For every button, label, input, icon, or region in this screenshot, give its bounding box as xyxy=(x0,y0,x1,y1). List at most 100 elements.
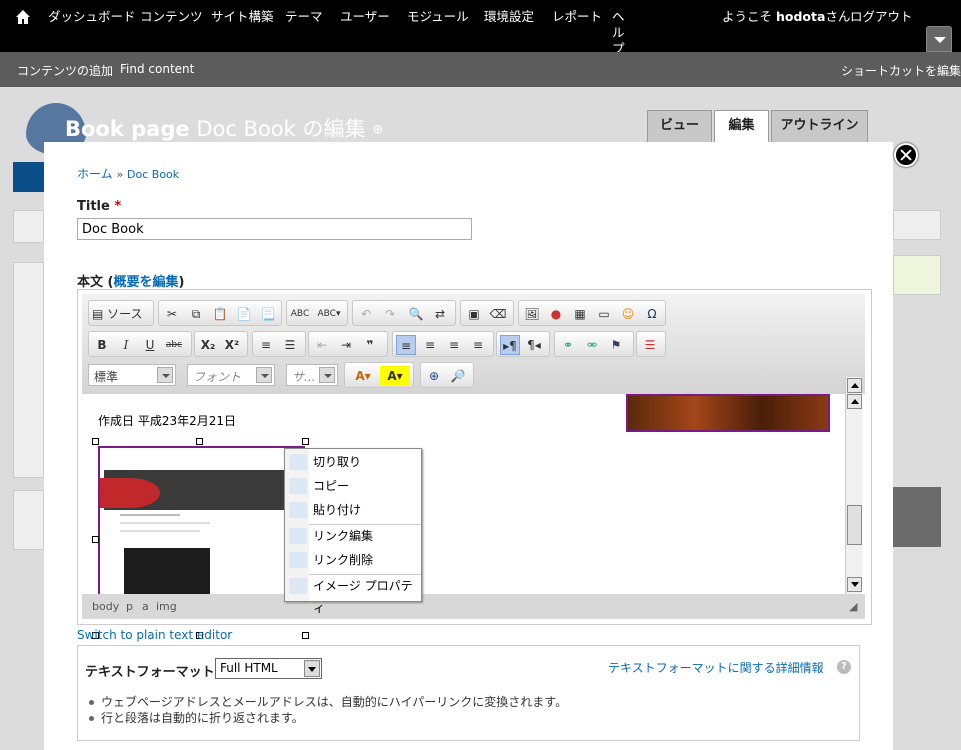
size-combo[interactable]: サ... xyxy=(286,364,338,386)
path-body[interactable]: body xyxy=(92,600,119,613)
title-input[interactable] xyxy=(77,218,472,240)
bg-color-icon[interactable]: A▾ xyxy=(380,366,410,386)
paste-text-icon[interactable]: 📄 xyxy=(234,304,254,324)
outdent-icon[interactable]: ⇤ xyxy=(312,335,332,355)
undo-icon[interactable]: ↶ xyxy=(356,304,376,324)
context-cut[interactable]: 切り取り xyxy=(285,451,421,473)
path-p[interactable]: p xyxy=(126,600,133,613)
path-a[interactable]: a xyxy=(142,600,149,613)
anchor-flag-icon[interactable]: ⚑ xyxy=(606,335,626,355)
text-format-select[interactable]: Full HTML xyxy=(215,658,322,679)
menu-appearance[interactable]: テーマ xyxy=(285,9,323,25)
scroll-down-button[interactable] xyxy=(847,577,862,592)
menu-reports[interactable]: レポート xyxy=(552,9,602,25)
subscript-icon[interactable]: X₂ xyxy=(198,335,218,355)
scroll-thumb[interactable] xyxy=(847,505,862,545)
align-center-icon[interactable]: ≡ xyxy=(420,335,440,355)
cut-icon[interactable]: ✂ xyxy=(162,304,182,324)
ltr-icon[interactable]: ▸¶ xyxy=(500,335,520,355)
resize-handle[interactable] xyxy=(302,438,309,445)
indent-icon[interactable]: ⇥ xyxy=(336,335,356,355)
help-icon[interactable]: ? xyxy=(837,660,851,674)
background-box xyxy=(13,490,44,550)
menu-configuration[interactable]: 環境設定 xyxy=(484,9,534,25)
toolbar-toggle-button[interactable] xyxy=(926,26,952,52)
menu-structure[interactable]: サイト構築 xyxy=(211,9,274,25)
menu-people[interactable]: ユーザー xyxy=(340,9,390,25)
spellcheck-icon[interactable]: ABC xyxy=(290,304,310,324)
shortcut-add-content[interactable]: コンテンツの追加 xyxy=(17,62,113,79)
numbered-list-icon[interactable]: ≡ xyxy=(256,335,276,355)
smiley-icon[interactable]: ☺ xyxy=(618,304,638,324)
tab-edit[interactable]: 編集 xyxy=(714,110,769,142)
tab-outline[interactable]: アウトライン xyxy=(771,110,868,142)
breadcrumb-doc-book[interactable]: Doc Book xyxy=(127,168,179,181)
maximize-icon[interactable]: ⊕ xyxy=(424,366,444,386)
spellcheck-dropdown-icon[interactable]: ABC▾ xyxy=(314,304,344,324)
close-icon[interactable] xyxy=(894,143,918,167)
breadcrumb-home[interactable]: ホーム xyxy=(77,167,113,181)
resize-handle[interactable] xyxy=(92,536,99,543)
context-image-properties[interactable]: イメージ プロパティ xyxy=(285,575,421,615)
menu-help[interactable]: ヘルプ xyxy=(612,9,626,57)
scroll-up-button[interactable] xyxy=(847,378,862,393)
superscript-icon[interactable]: X² xyxy=(222,335,242,355)
tab-view[interactable]: ビュー xyxy=(647,110,712,142)
horizontal-rule-icon[interactable]: ▭ xyxy=(594,304,614,324)
edit-shortcuts-link[interactable]: ショートカットを編集 xyxy=(841,62,961,79)
source-button[interactable]: ▤ ソース xyxy=(92,304,152,324)
text-format-more-info-link[interactable]: テキストフォーマットに関する詳細情報 xyxy=(608,659,824,676)
align-justify-icon[interactable]: ≡ xyxy=(468,335,488,355)
edit-summary-link[interactable]: 概要を編集 xyxy=(113,275,178,290)
link-icon[interactable]: ⚭ xyxy=(558,335,578,355)
scroll-up-button[interactable] xyxy=(847,394,862,409)
resize-handle[interactable] xyxy=(302,632,309,639)
preview-icon[interactable]: 🔎 xyxy=(448,366,468,386)
menu-content[interactable]: コンテンツ xyxy=(140,9,203,25)
find-icon[interactable]: 🔍 xyxy=(406,304,426,324)
unlink-icon[interactable]: ⚮ xyxy=(582,335,602,355)
menu-dashboard[interactable]: ダッシュボード xyxy=(48,9,136,25)
remove-format-icon[interactable]: ⌫ xyxy=(488,304,508,324)
replace-icon[interactable]: ⇄ xyxy=(430,304,450,324)
context-copy[interactable]: コピー xyxy=(285,475,421,497)
format-combo[interactable]: 標準 xyxy=(88,364,176,386)
editor-scrollbar[interactable] xyxy=(845,377,862,594)
paste-icon[interactable]: 📋 xyxy=(210,304,230,324)
home-icon[interactable] xyxy=(14,8,32,26)
resize-handle[interactable] xyxy=(92,438,99,445)
paste-word-icon[interactable]: 📃 xyxy=(258,304,278,324)
editor-content-area[interactable]: 作成日 平成23年2月21日 xyxy=(87,394,844,594)
redo-icon[interactable]: ↷ xyxy=(380,304,400,324)
context-edit-link[interactable]: リンク編集 xyxy=(285,525,421,547)
special-char-icon[interactable]: Ω xyxy=(642,304,662,324)
strike-icon[interactable]: abc xyxy=(164,335,184,355)
content-image-selected[interactable] xyxy=(98,446,305,594)
menu-modules[interactable]: モジュール xyxy=(407,9,469,25)
italic-icon[interactable]: I xyxy=(116,335,136,355)
flash-icon[interactable]: ● xyxy=(546,304,566,324)
bold-icon[interactable]: B xyxy=(92,335,112,355)
bulleted-list-icon[interactable]: ☰ xyxy=(280,335,300,355)
resize-grip-icon[interactable]: ◢ xyxy=(849,600,857,613)
align-left-icon[interactable]: ≡ xyxy=(396,335,416,355)
shortcut-find-content[interactable]: Find content xyxy=(120,62,194,76)
rtl-icon[interactable]: ¶◂ xyxy=(524,335,544,355)
copy-icon[interactable]: ⧉ xyxy=(186,304,206,324)
content-image-top[interactable] xyxy=(626,394,830,432)
context-unlink[interactable]: リンク削除 xyxy=(285,549,421,571)
text-color-icon[interactable]: A▾ xyxy=(348,366,378,386)
blockquote-icon[interactable]: ❞ xyxy=(360,335,380,355)
select-all-icon[interactable]: ▣ xyxy=(464,304,484,324)
logout-link[interactable]: ログアウト xyxy=(850,9,913,25)
table-icon[interactable]: ▦ xyxy=(570,304,590,324)
align-right-icon[interactable]: ≡ xyxy=(444,335,464,355)
context-paste[interactable]: 貼り付け xyxy=(285,499,421,521)
resize-handle[interactable] xyxy=(196,438,203,445)
switch-editor-link[interactable]: Switch to plain text editor xyxy=(77,628,232,642)
font-combo[interactable]: フォント xyxy=(187,364,275,386)
path-img[interactable]: img xyxy=(156,600,177,613)
underline-icon[interactable]: U xyxy=(140,335,160,355)
page-break-icon[interactable]: ☰ xyxy=(640,335,660,355)
image-icon[interactable]: 🖼 xyxy=(522,304,542,324)
